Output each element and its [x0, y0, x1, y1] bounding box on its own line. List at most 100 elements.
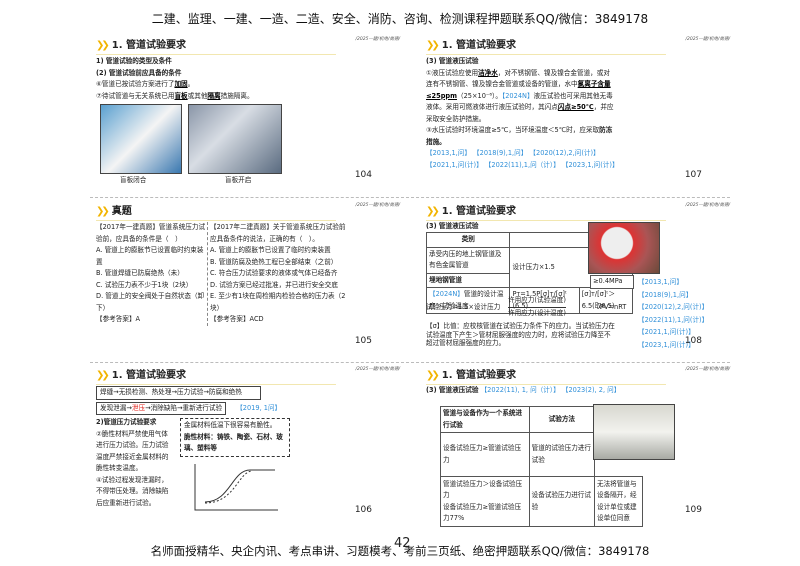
formula: 许用应力(设计温度): [508, 309, 566, 317]
flow-box: 发现泄漏→泄压→消除缺陷→重新进行试验: [96, 401, 227, 415]
t: 金属材料低温下很容易有脆性。: [184, 421, 277, 429]
t: B. 管道焊缝已防腐绝热（未）: [96, 269, 184, 277]
question-2: 【2017年二建真题】关于管道系统压力试验前应具备条件的说法，正确的有（ ）。 A…: [207, 222, 352, 326]
corner-label: /2025一建/机电/尚德/: [355, 37, 400, 42]
t: ③水压试验时环境温度≥5℃，当环境温度＜5℃时，应采取: [426, 126, 600, 134]
text: (2) 管道试验前应具备的条件: [96, 68, 182, 77]
t: 【2017年一建真题】管道系统压力试验前，应具备的条件是（ ）: [96, 223, 206, 243]
th: 管道与设备作为一个系统进行试验: [440, 406, 530, 433]
t: A. 管道上的膨胀节已设置临时约束装置: [96, 246, 204, 266]
t: 加固: [174, 80, 188, 88]
text: ⑥管道已按试验方案进行了加固。: [96, 79, 376, 91]
chevron-icon: ❯❯: [426, 206, 440, 217]
t: C. 试验压力表不少于1块（2块）: [96, 280, 193, 289]
slide-107: /2025一建/机电/尚德/ ❯❯ 1. 管道试验要求 (3) 管道液压试验 ①液…: [420, 36, 730, 191]
note-box: 金属材料低温下很容易有脆性。脆性材料：铸铁、陶瓷、石材、玻璃、塑料等: [180, 418, 290, 457]
th: 试验方法: [528, 406, 596, 433]
t: E. 至少有1块在周检期内检验合格的压力表（2块）: [210, 292, 346, 312]
slide-106: /2025一建/机电/尚德/ ❯❯ 1. 管道试验要求 焊缝→无损检测、热处理→压…: [90, 366, 400, 526]
tag: 【2024N】: [429, 290, 464, 298]
chevron-icon: ❯❯: [426, 370, 440, 381]
slide-number: 104: [354, 169, 372, 180]
td: 无法将管道与设备隔开，经设计单位或建设单位同意: [594, 476, 643, 527]
caption: 盲板闭合: [120, 176, 147, 184]
slide-title: ❯❯ 1. 管道试验要求: [426, 206, 666, 221]
text: (3) 管道液压试验: [426, 386, 479, 394]
text: 1) 管道试验的类型及条件: [96, 57, 172, 65]
ref: 【2013,1,问】: [638, 278, 683, 286]
question-1: 【2017年一建真题】管道系统压力试验前，应具备的条件是（ ） A. 管道上的膨胀…: [96, 222, 206, 326]
blind-plate-open-photo: [188, 104, 282, 174]
refs: 【2013,1,问】 【2018(9),1,问】 【2020(12),2,问(计…: [426, 149, 600, 157]
corner-label: /2025一建/机电/尚德/: [685, 37, 730, 42]
tag: 【2019, 1问】: [236, 403, 282, 412]
t: 管道试验压力＞设备试验压力: [443, 479, 523, 500]
refs: 【2021,1,问(计)】 【2022(11),1,问（计）】 【2023,1,…: [426, 160, 619, 169]
slide-number: 105: [354, 335, 372, 346]
slide-title: ❯❯ 1. 管道试验要求: [426, 370, 666, 385]
slide-title: ❯❯ 真题: [96, 206, 336, 221]
flow-box: 焊缝→无损检测、热处理→压力试验→防腐和绝热: [96, 386, 261, 400]
t: 泄压: [131, 403, 146, 412]
t: ①液压试验应使用: [426, 68, 479, 77]
note: 【σ】比值：应校核管道在试验压力条件下的应力。当试验压力在试验温度下产生＞管材屈…: [426, 322, 615, 347]
pressure-gauge-photo: [588, 222, 660, 274]
t: 洁净水: [478, 68, 498, 77]
caption: 盲板开启: [225, 176, 252, 184]
t: 隔离: [207, 91, 221, 100]
slide-108: /2025一建/机电/尚德/ ❯❯ 1. 管道试验要求 (3) 管道液压试验 类别…: [420, 202, 730, 357]
title-text: 1. 管道试验要求: [441, 370, 517, 381]
td: 埋地钢管道: [425, 272, 511, 288]
formula: 试验压力=1.5×设计压力: [426, 303, 501, 311]
text: ⑦待试管道与无关系统已用盲板或其他隔离措施隔离。: [96, 91, 376, 103]
blind-plate-closed-photo: [100, 104, 182, 174]
title-text: 1. 管道试验要求: [441, 206, 517, 217]
slide-109: /2025一建/机电/尚德/ ❯❯ 1. 管道试验要求 (3) 管道液压试验 【2…: [420, 366, 730, 527]
chevron-icon: ❯❯: [96, 370, 110, 381]
td: 承受内压的地上钢管道及有色金属管道: [425, 246, 511, 274]
slide-number: 109: [684, 504, 702, 515]
t: 【2017年二建真题】关于管道系统压力试验前应具备条件的说法，正确的有（ ）。: [210, 223, 346, 243]
divider: [90, 362, 730, 363]
th: 类别: [425, 232, 511, 248]
slide-title: ❯❯ 1. 管道试验要求: [96, 40, 336, 55]
formula: 许用应力(试验温度): [508, 295, 566, 308]
t: 【参考答案】ACD: [210, 315, 264, 323]
chevron-icon: ❯❯: [96, 206, 110, 217]
t: 设备试验压力≥管道试验压力77%: [443, 502, 522, 523]
chevron-icon: ❯❯: [96, 40, 110, 51]
t: 。: [187, 80, 195, 88]
t: A. 管道上的膨胀节已设置了临时约束装置: [210, 246, 331, 254]
divider: [90, 197, 730, 198]
t: ⑦待试管道与无关系统已用: [96, 91, 175, 100]
paragraph: ④试验过程发现泄漏时，不得带压处理。消除缺陷后应重新进行试验。: [96, 475, 169, 507]
t: 措施隔离。: [220, 91, 254, 100]
corner-label: /2025一建/机电/尚德/: [355, 367, 400, 372]
t: 发现泄漏→: [100, 403, 132, 412]
slide-title: ❯❯ 1. 管道试验要求: [426, 40, 666, 55]
slide-number: 108: [684, 335, 702, 346]
t: 【参考答案】A: [96, 315, 141, 323]
brittle-transition-graph: [194, 464, 278, 511]
td: 设备试验压力≥管道试验压力: [440, 432, 530, 477]
equipment-photo: [593, 404, 675, 460]
slide-number: 107: [684, 169, 702, 180]
ref: 【2022(11),1,问(计)】: [638, 315, 709, 324]
title-text: 1. 管道试验要求: [111, 370, 187, 381]
paragraph: ①液压试验应使用洁净水，对不锈钢管、镍及镍合金管道，或对连有不锈钢管、镍及镍合金…: [426, 68, 616, 126]
tag: 【2024N】: [501, 91, 534, 100]
corner-label: /2025一建/机电/尚德/: [685, 367, 730, 372]
td: 管道的试验压力进行试验: [528, 432, 596, 477]
paragraph: ③水压试验时环境温度≥5℃，当环境温度＜5℃时，应采取防冻措施。: [426, 125, 616, 148]
page-number: 42: [394, 536, 411, 551]
t: 脆性材料：铸铁、陶瓷、石材、玻璃、塑料等: [184, 432, 283, 453]
title-text: 真题: [111, 206, 132, 217]
t: C. 符合压力试验要求的液体或气体已经备齐: [210, 269, 338, 277]
text: (3) 管道液压试验: [426, 222, 479, 230]
t: B. 管道防腐及绝热工程已全部结束（之前）: [210, 257, 338, 266]
t: D. 试验方案已经过批准，并已进行安全交底: [210, 280, 338, 289]
t: 或其他: [187, 91, 208, 100]
slide-body: (3) 管道液压试验 ①液压试验应使用洁净水，对不锈钢管、镍及镍合金管道，或对连…: [426, 56, 619, 171]
tags: 【2022(11), 1, 问（计）】 【2023(2), 2, 问】: [480, 386, 621, 394]
corner-label: /2025一建/机电/尚德/: [355, 203, 400, 208]
